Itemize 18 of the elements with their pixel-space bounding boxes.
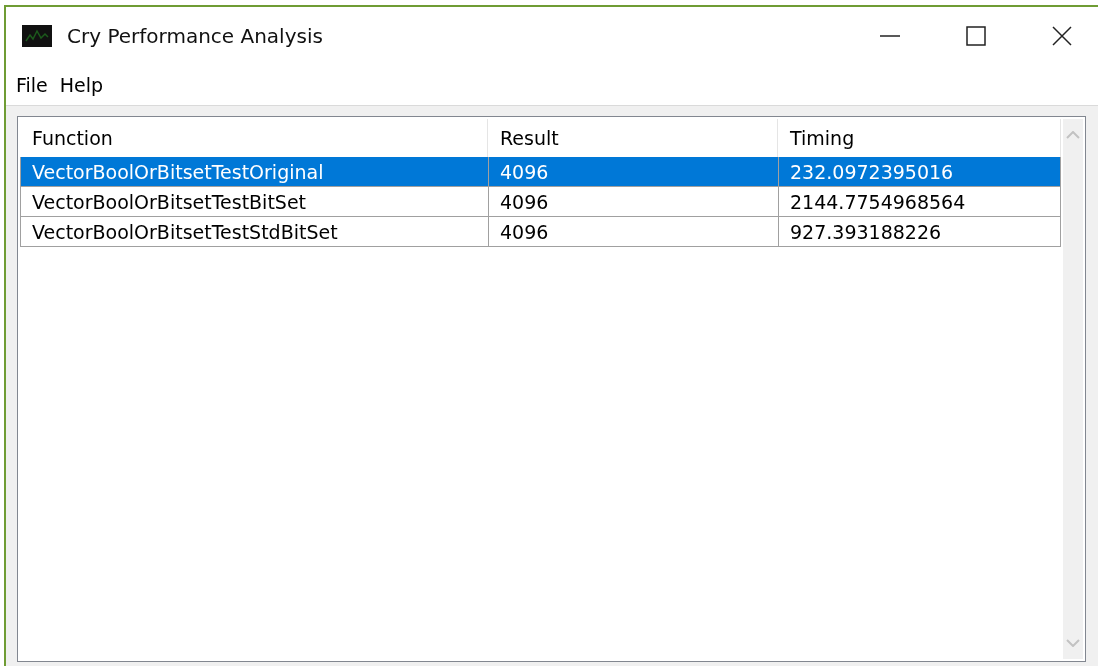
table-cell-text: 232.0972395016 xyxy=(789,159,955,185)
table-row[interactable]: VectorBoolOrBitsetTestOriginal 4096 232.0972395016 xyxy=(20,157,1061,187)
table-cell-text: 927.393188226 xyxy=(789,219,943,245)
table-cell: VectorBoolOrBitsetTestBitSet xyxy=(21,187,489,216)
table-cell: 4096 xyxy=(489,157,779,186)
monitor-icon xyxy=(22,25,52,47)
menu-item[interactable]: Help xyxy=(59,72,104,98)
table-cell: VectorBoolOrBitsetTestOriginal xyxy=(21,157,489,186)
table-row[interactable]: VectorBoolOrBitsetTestStdBitSet 4096 927.393188226 xyxy=(20,217,1061,247)
menu-item[interactable]: File xyxy=(16,72,48,98)
close-icon[interactable] xyxy=(1052,26,1072,46)
table-cell-text: 2144.7754968564 xyxy=(789,189,967,215)
table-cell: 4096 xyxy=(489,217,779,246)
table-cell: 4096 xyxy=(489,187,779,216)
table-row[interactable]: VectorBoolOrBitsetTestBitSet 4096 2144.7754968564 xyxy=(20,187,1061,217)
window-title: Cry Performance Analysis xyxy=(67,24,323,48)
maximize-icon[interactable] xyxy=(966,26,986,46)
table-cell: VectorBoolOrBitsetTestStdBitSet xyxy=(21,217,489,246)
